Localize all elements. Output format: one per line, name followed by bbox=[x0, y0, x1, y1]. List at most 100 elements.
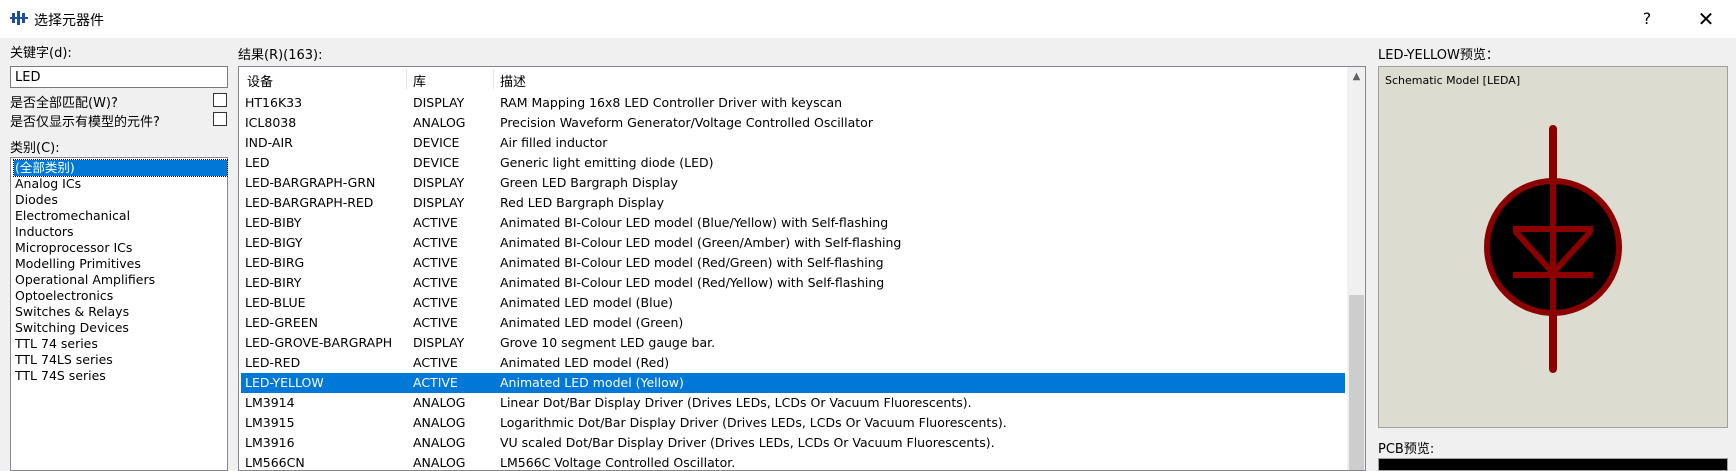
library-cell: ANALOG bbox=[413, 435, 466, 450]
device-cell: LED-BARGRAPH-GRN bbox=[245, 175, 376, 190]
description-cell: Air filled inductor bbox=[500, 135, 608, 150]
table-row[interactable]: HT16K33 DISPLAY RAM Mapping 16x8 LED Contr… bbox=[241, 93, 1345, 113]
description-cell: Precision Waveform Generator/Voltage Con… bbox=[500, 115, 873, 130]
device-cell: LED-BIGY bbox=[245, 235, 303, 250]
match-all-checkbox[interactable] bbox=[213, 93, 227, 107]
device-cell: LED-BLUE bbox=[245, 295, 306, 310]
library-cell: ANALOG bbox=[413, 455, 466, 470]
description-cell: VU scaled Dot/Bar Display Driver (Drives… bbox=[500, 435, 995, 450]
table-row[interactable]: LED-RED ACTIVE Animated LED model (Red) bbox=[241, 353, 1345, 373]
table-row[interactable]: LM3914 ANALOG Linear Dot/Bar Display Drive… bbox=[241, 393, 1345, 413]
column-divider[interactable] bbox=[493, 69, 494, 89]
category-item[interactable]: TTL 74 series bbox=[14, 336, 227, 352]
description-cell: Logarithmic Dot/Bar Display Driver (Driv… bbox=[500, 415, 1007, 430]
preview-label: LED-YELLOW预览： bbox=[1378, 48, 1499, 63]
keyword-label: 关键字(d): bbox=[10, 46, 72, 61]
table-row[interactable]: LED-BIRG ACTIVE Animated BI-Colour LED mod… bbox=[241, 253, 1345, 273]
library-cell: DEVICE bbox=[413, 155, 460, 170]
library-cell: DISPLAY bbox=[413, 195, 465, 210]
device-cell: LM3914 bbox=[245, 395, 295, 410]
column-divider[interactable] bbox=[406, 69, 407, 89]
category-item[interactable]: Microprocessor ICs bbox=[14, 240, 227, 256]
category-item[interactable]: Inductors bbox=[14, 224, 227, 240]
library-cell: DISPLAY bbox=[413, 335, 465, 350]
description-cell: Animated LED model (Blue) bbox=[500, 295, 674, 310]
table-row[interactable]: LM3915 ANALOG Logarithmic Dot/Bar Display … bbox=[241, 413, 1345, 433]
table-row[interactable]: LED-YELLOW ACTIVE Animated LED model (Yell… bbox=[241, 373, 1345, 393]
device-cell: LED-BARGRAPH-RED bbox=[245, 195, 374, 210]
library-cell: DISPLAY bbox=[413, 95, 465, 110]
device-cell: LM3915 bbox=[245, 415, 295, 430]
library-cell: DISPLAY bbox=[413, 175, 465, 190]
device-cell: LED-RED bbox=[245, 355, 301, 370]
keyword-input[interactable] bbox=[10, 66, 228, 88]
table-row[interactable]: LED-BIGY ACTIVE Animated BI-Colour LED mod… bbox=[241, 233, 1345, 253]
pcb-preview bbox=[1378, 458, 1728, 471]
table-row[interactable]: LED DEVICE Generic light emitting diode (L… bbox=[241, 153, 1345, 173]
library-cell: ANALOG bbox=[413, 415, 466, 430]
results-scrollbar[interactable]: ▲ bbox=[1347, 67, 1365, 470]
description-cell: Animated BI-Colour LED model (Green/Ambe… bbox=[500, 235, 902, 250]
library-cell: ACTIVE bbox=[413, 215, 458, 230]
scrollbar-thumb[interactable] bbox=[1349, 295, 1364, 470]
category-label: 类别(C): bbox=[10, 141, 60, 156]
device-cell: LED-GROVE-BARGRAPH bbox=[245, 335, 393, 350]
models-only-checkbox[interactable] bbox=[213, 112, 227, 126]
schematic-preview: Schematic Model [LEDA] bbox=[1378, 66, 1728, 428]
table-row[interactable]: LED-GROVE-BARGRAPH DISPLAY Grove 10 segmen… bbox=[241, 333, 1345, 353]
library-cell: ANALOG bbox=[413, 395, 466, 410]
description-cell: Green LED Bargraph Display bbox=[500, 175, 679, 190]
category-item[interactable]: Analog ICs bbox=[14, 176, 227, 192]
results-table[interactable]: 设备 库 描述 HT16K33 DISPLAY RAM Mapping 16x8 L… bbox=[238, 66, 1366, 471]
table-row[interactable]: LED-BIRY ACTIVE Animated BI-Colour LED mod… bbox=[241, 273, 1345, 293]
category-item[interactable]: TTL 74LS series bbox=[14, 352, 227, 368]
category-item[interactable]: Modelling Primitives bbox=[14, 256, 227, 272]
description-cell: Animated LED model (Green) bbox=[500, 315, 684, 330]
description-cell: Animated LED model (Red) bbox=[500, 355, 670, 370]
column-description[interactable]: 描述 bbox=[500, 71, 526, 90]
table-row[interactable]: ICL8038 ANALOG Precision Waveform Generato… bbox=[241, 113, 1345, 133]
table-row[interactable]: LED-BARGRAPH-GRN DISPLAY Green LED Bargrap… bbox=[241, 173, 1345, 193]
category-item[interactable]: Optoelectronics bbox=[14, 288, 227, 304]
description-cell: Generic light emitting diode (LED) bbox=[500, 155, 714, 170]
pcb-preview-label: PCB预览: bbox=[1378, 442, 1435, 457]
category-item[interactable]: Switches & Relays bbox=[14, 304, 227, 320]
match-all-label: 是否全部匹配(W)? bbox=[10, 96, 118, 111]
table-row[interactable]: LM566CN ANALOG LM566C Voltage Controlled O… bbox=[241, 453, 1345, 470]
device-cell: LED-YELLOW bbox=[245, 375, 324, 390]
table-row[interactable]: IND-AIR DEVICE Air filled inductor bbox=[241, 133, 1345, 153]
category-item[interactable]: Diodes bbox=[14, 192, 227, 208]
description-cell: RAM Mapping 16x8 LED Controller Driver w… bbox=[500, 95, 843, 110]
device-cell: LED bbox=[245, 155, 270, 170]
device-cell: LM566CN bbox=[245, 455, 305, 470]
category-list[interactable]: (全部类别) Analog ICs Diodes Electromechanical I… bbox=[10, 157, 228, 471]
close-button[interactable]: ✕ bbox=[1683, 4, 1729, 34]
device-cell: LED-GREEN bbox=[245, 315, 318, 330]
category-item[interactable]: Operational Amplifiers bbox=[14, 272, 227, 288]
table-row[interactable]: LED-GREEN ACTIVE Animated LED model (Green… bbox=[241, 313, 1345, 333]
column-library[interactable]: 库 bbox=[413, 71, 426, 90]
description-cell: Animated BI-Colour LED model (Red/Yellow… bbox=[500, 275, 885, 290]
column-device[interactable]: 设备 bbox=[247, 71, 273, 90]
category-item[interactable]: (全部类别) bbox=[13, 159, 228, 177]
description-cell: Animated LED model (Yellow) bbox=[500, 375, 684, 390]
table-row[interactable]: LED-BLUE ACTIVE Animated LED model (Blue) bbox=[241, 293, 1345, 313]
component-icon bbox=[10, 11, 28, 25]
results-label: 结果(R)(163): bbox=[238, 48, 323, 63]
library-cell: ANALOG bbox=[413, 115, 466, 130]
category-item[interactable]: Switching Devices bbox=[14, 320, 227, 336]
chevron-up-icon[interactable]: ▲ bbox=[1347, 67, 1365, 87]
category-item[interactable]: TTL 74S series bbox=[14, 368, 227, 384]
library-cell: ACTIVE bbox=[413, 255, 458, 270]
table-row[interactable]: LM3916 ANALOG VU scaled Dot/Bar Display Dr… bbox=[241, 433, 1345, 453]
table-row[interactable]: LED-BIBY ACTIVE Animated BI-Colour LED mod… bbox=[241, 213, 1345, 233]
title-bar: 选择元器件 ? ✕ bbox=[0, 0, 1736, 38]
category-item[interactable]: Electromechanical bbox=[14, 208, 227, 224]
table-row[interactable]: LED-BARGRAPH-RED DISPLAY Red LED Bargraph … bbox=[241, 193, 1345, 213]
library-cell: ACTIVE bbox=[413, 355, 458, 370]
description-cell: LM566C Voltage Controlled Oscillator. bbox=[500, 455, 736, 470]
library-cell: ACTIVE bbox=[413, 375, 458, 390]
help-button[interactable]: ? bbox=[1624, 4, 1670, 34]
description-cell: Animated BI-Colour LED model (Red/Green)… bbox=[500, 255, 884, 270]
device-cell: ICL8038 bbox=[245, 115, 297, 130]
